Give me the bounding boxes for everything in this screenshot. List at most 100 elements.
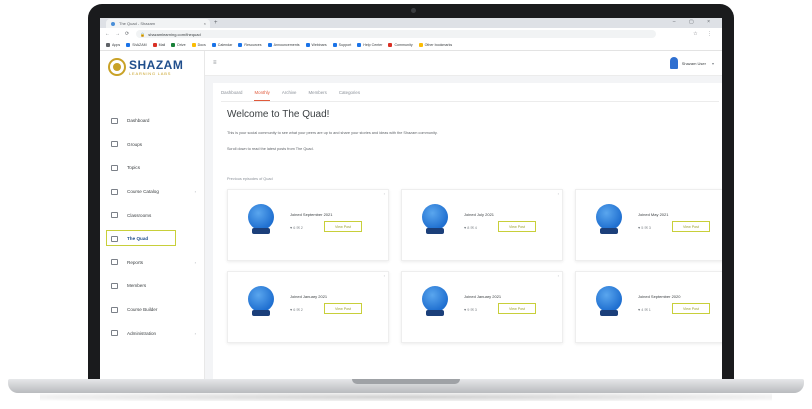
top-bar: ≡ Shazam User ▾ [205,51,722,76]
post-card[interactable]: ▪ Joined January 2021 ♥ 9 ✉ 3 View Post [401,271,563,343]
tab-archive[interactable]: Archive [282,87,297,101]
sidebar-item-course-catalog[interactable]: Course Catalog › [100,180,204,204]
more-icon[interactable]: ▪ [558,274,559,278]
logo-mark-icon [108,58,126,76]
post-card[interactable]: ▪ Joined July 2021 ♥ 8 ✉ 4 View Post [401,189,563,261]
bookmark-item[interactable]: Mail [152,43,165,47]
bookmark-label: Apps [112,43,121,47]
bookmark-icon [238,43,243,47]
logo-name: SHAZAM [129,57,184,72]
bookmark-item[interactable]: Resources [238,43,262,47]
bookmark-item[interactable]: Calendar [211,43,233,47]
post-card[interactable]: ▪ Joined January 2021 ♥ 6 ✉ 2 View Post [227,271,389,343]
menu-icon[interactable]: ≡ [213,60,217,66]
view-post-button[interactable]: View Post [324,303,362,314]
welcome-text: This is your social community to see wha… [227,131,438,135]
sidebar-item-members[interactable]: Members [100,274,204,298]
address-bar[interactable]: 🔒 shazamlearning.com/thequad [136,30,657,38]
sidebar-item-groups[interactable]: Groups [100,133,204,157]
avatar [669,57,678,69]
bookmark-item[interactable]: Support [332,43,352,47]
more-icon[interactable]: ▪ [384,274,385,278]
sidebar-nav: Dashboard Groups Topics Course Catalog › Clas… [100,109,204,345]
chevron-right-icon: › [194,259,196,265]
browser-tabstrip: The Quad - Shazam × + – ▢ × [100,18,722,28]
tab-dashboard[interactable]: Dashboard [221,87,242,101]
bookmark-item[interactable]: Other bookmarks [418,43,452,47]
new-tab-icon[interactable]: + [214,19,218,27]
crystal-ball-icon [248,204,274,230]
bookmark-icon [388,43,393,47]
tab-monthly[interactable]: Monthly [254,87,270,101]
more-icon[interactable]: ▪ [384,192,385,196]
reports-icon [111,259,118,266]
user-menu[interactable]: Shazam User ▾ [669,57,714,69]
crystal-ball-base-icon [252,310,270,316]
sub-tabs: Dashboard Monthly Archive Members Categories [221,87,719,102]
bookmark-label: Support [338,43,352,47]
sidebar-item-label: Course Catalog [127,189,159,195]
card-stats: ♥ 4 ✉ 1 [638,308,651,312]
more-icon[interactable]: ▪ [558,192,559,196]
bookmark-item[interactable]: Help Center [357,43,382,47]
course-catalog-icon [111,188,118,195]
card-title: Joined January 2021 [464,294,502,299]
lock-icon: 🔒 [140,31,146,37]
shazam-logo[interactable]: SHAZAM LEARNING LABS [108,58,183,76]
crystal-ball-icon [596,286,622,312]
window-controls[interactable]: – ▢ × [673,19,716,25]
close-tab-icon[interactable]: × [204,21,206,26]
crystal-ball-base-icon [252,228,270,234]
sidebar-item-reports[interactable]: Reports › [100,251,204,275]
card-stats: ♥ 6 ✉ 2 [290,308,303,312]
sidebar-item-label: Dashboard [127,118,150,124]
post-card[interactable]: ▪Joined September 2020♥ 4 ✉ 1View Post [575,271,722,343]
bookmark-item[interactable]: Drive [171,43,186,47]
bookmark-icon [357,43,362,47]
sidebar-item-label: Course Builder [127,307,158,313]
administration-icon [111,330,118,337]
bookmark-item[interactable]: Docs [191,43,206,47]
back-icon[interactable]: ← [105,31,110,37]
sidebar-item-course-builder[interactable]: Course Builder [100,298,204,322]
tab-members[interactable]: Members [309,87,327,101]
bookmark-item[interactable]: Apps [106,43,120,47]
bookmark-icon [418,43,423,47]
dashboard-icon [111,117,118,124]
view-post-button[interactable]: View Post [672,221,710,232]
view-post-button[interactable]: View Post [672,303,710,314]
sidebar-item-label: Topics [127,165,141,171]
bookmark-item[interactable]: ShAZAM [126,43,147,47]
bookmark-item[interactable]: Webinars [305,43,327,47]
bookmark-icon [191,43,196,47]
sidebar-item-administration[interactable]: Administration › [100,321,204,345]
crystal-ball-icon [422,286,448,312]
post-card[interactable]: ▪ Joined September 2021 ♥ 6 ✉ 2 View Post [227,189,389,261]
bookmark-icon [106,43,110,47]
view-post-button[interactable]: View Post [324,221,362,232]
bookmark-item[interactable]: Community [388,43,413,47]
section-label: Previous episodes of Quad [227,177,273,181]
classrooms-icon [111,212,118,219]
post-card[interactable]: ▪Joined May 2021♥ 5 ✉ 3View Post [575,189,722,261]
forward-icon[interactable]: → [115,31,120,37]
bookmark-item[interactable]: Announcements [267,43,300,47]
crystal-ball-base-icon [426,310,444,316]
browser-menu-icons[interactable]: ☆ ⋮ [693,31,716,37]
sidebar-item-the-quad[interactable]: The Quad [100,227,204,251]
chevron-down-icon: ▾ [711,60,714,66]
page-title: Welcome to The Quad! [227,109,330,120]
view-post-button[interactable]: View Post [498,221,536,232]
card-title: Joined January 2021 [290,294,328,299]
sidebar-item-classrooms[interactable]: Classrooms [100,203,204,227]
browser-tab[interactable]: The Quad - Shazam × [106,19,210,28]
bookmark-label: Calendar [217,43,233,47]
reload-icon[interactable]: ⟳ [125,31,129,37]
chevron-right-icon: › [194,330,196,336]
tab-categories[interactable]: Categories [339,87,360,101]
groups-icon [111,141,118,148]
card-title: Joined May 2021 [638,212,669,217]
sidebar-item-dashboard[interactable]: Dashboard [100,109,204,133]
view-post-button[interactable]: View Post [498,303,536,314]
sidebar-item-topics[interactable]: Topics [100,156,204,180]
